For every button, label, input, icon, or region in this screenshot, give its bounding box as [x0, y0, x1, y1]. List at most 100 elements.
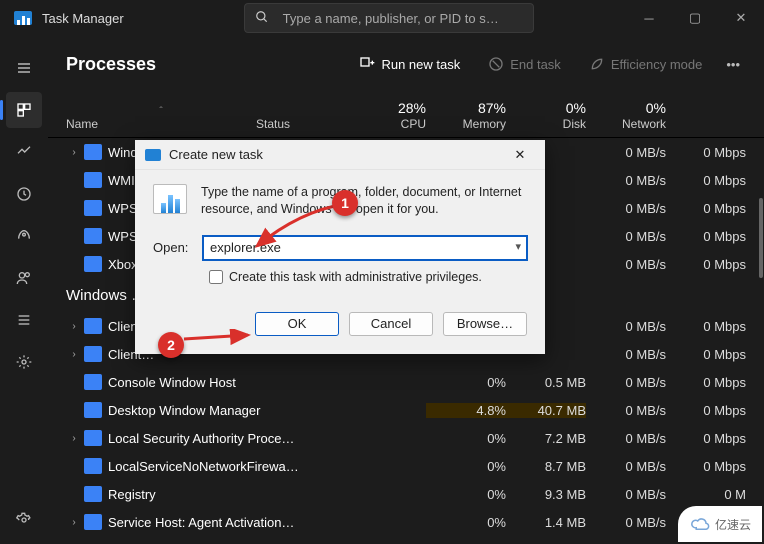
col-status[interactable]: Status [256, 117, 346, 131]
cell-disk: 0 MB/s [586, 347, 666, 362]
cell-mem: 7.2 MB [506, 431, 586, 446]
cell-net: 0 Mbps [666, 229, 746, 244]
sort-chevron-up-icon[interactable]: ˆ [66, 106, 256, 117]
watermark: 亿速云 [678, 506, 762, 542]
efficiency-button[interactable]: Efficiency mode [579, 50, 713, 78]
table-row[interactable]: Console Window Host 0%0.5 MB0 MB/s0 Mbps [48, 368, 764, 396]
col-name[interactable]: Name [66, 117, 256, 131]
cell-net: 0 Mbps [666, 375, 746, 390]
cell-net: 0 Mbps [666, 347, 746, 362]
expand-icon[interactable]: › [66, 147, 82, 158]
cell-mem: 0.5 MB [506, 375, 586, 390]
table-row[interactable]: Registry0%9.3 MB0 MB/s0 M [48, 480, 764, 508]
cancel-button[interactable]: Cancel [349, 312, 433, 336]
dialog-close[interactable]: ✕ [505, 147, 535, 163]
cell-cpu: 0% [426, 459, 506, 474]
table-header: ˆ Name Status 28%CPU 87%Memory 0%Disk 0%… [48, 92, 764, 138]
process-icon [84, 486, 102, 502]
process-name: LocalServiceNoNetworkFirewa… [108, 459, 348, 474]
end-task-button[interactable]: End task [478, 50, 571, 78]
open-label: Open: [153, 240, 193, 255]
expand-icon[interactable]: › [66, 321, 82, 332]
cell-disk: 0 MB/s [586, 375, 666, 390]
table-row[interactable]: Desktop Window Manager4.8%40.7 MB0 MB/s0… [48, 396, 764, 424]
cell-disk: 0 MB/s [586, 487, 666, 502]
left-rail [0, 36, 48, 544]
cell-cpu: 0% [426, 487, 506, 502]
cell-disk: 0 MB/s [586, 431, 666, 446]
scrollbar-thumb[interactable] [759, 198, 763, 278]
table-row[interactable]: ›Local Security Authority Proce…0%7.2 MB… [48, 424, 764, 452]
nav-services[interactable] [6, 344, 42, 380]
col-net[interactable]: 0%Network [586, 100, 666, 131]
dialog-title: Create new task [169, 147, 263, 162]
cell-net: 0 Mbps [666, 319, 746, 334]
nav-processes[interactable] [6, 92, 42, 128]
cell-cpu: 0% [426, 515, 506, 530]
process-icon [84, 430, 102, 446]
open-input[interactable] [203, 236, 527, 260]
window-maximize[interactable]: ▢ [672, 0, 718, 36]
create-task-dialog: Create new task ✕ Type the name of a pro… [135, 140, 545, 354]
dialog-app-icon [145, 149, 161, 161]
search-box[interactable]: Type a name, publisher, or PID to s… [244, 3, 534, 33]
nav-details[interactable] [6, 302, 42, 338]
process-icon [84, 144, 102, 160]
process-icon [84, 346, 102, 362]
more-button[interactable]: ••• [720, 51, 746, 78]
browse-button[interactable]: Browse… [443, 312, 527, 336]
app-title: Task Manager [42, 11, 124, 26]
process-name: Local Security Authority Proce… [108, 431, 348, 446]
cell-cpu: 4.8% [426, 403, 506, 418]
expand-icon[interactable]: › [66, 349, 82, 360]
nav-settings[interactable] [6, 502, 42, 538]
nav-users[interactable] [6, 260, 42, 296]
nav-performance[interactable] [6, 134, 42, 170]
end-task-icon [488, 56, 504, 72]
process-name: Registry [108, 487, 348, 502]
process-icon [84, 514, 102, 530]
process-name: Console Window Host [108, 375, 348, 390]
open-dropdown-icon[interactable]: ▾ [515, 240, 521, 253]
cell-disk: 0 MB/s [586, 173, 666, 188]
dialog-description: Type the name of a program, folder, docu… [201, 184, 527, 218]
table-row[interactable]: › Service Host: Agent Activation… 0%1.4 MB… [48, 508, 764, 536]
expand-icon[interactable]: › [66, 517, 82, 528]
window-close[interactable]: ✕ [718, 0, 764, 36]
cell-net: 0 Mbps [666, 403, 746, 418]
cell-disk: 0 MB/s [586, 459, 666, 474]
process-icon [84, 374, 102, 390]
process-icon [84, 200, 102, 216]
col-cpu[interactable]: 28%CPU [346, 100, 426, 131]
cell-mem: 9.3 MB [506, 487, 586, 502]
cell-net: 0 Mbps [666, 145, 746, 160]
nav-hamburger[interactable] [6, 50, 42, 86]
cell-net: 0 Mbps [666, 201, 746, 216]
cell-disk: 0 MB/s [586, 515, 666, 530]
process-icon [84, 402, 102, 418]
scrollbar[interactable] [757, 138, 763, 544]
admin-label: Create this task with administrative pri… [229, 270, 482, 284]
process-name: Desktop Window Manager [108, 403, 348, 418]
col-mem[interactable]: 87%Memory [426, 100, 506, 131]
process-icon [84, 172, 102, 188]
nav-startup[interactable] [6, 218, 42, 254]
cell-net: 0 Mbps [666, 459, 746, 474]
window-minimize[interactable]: ─ [626, 0, 672, 36]
run-icon [359, 56, 375, 72]
process-name: Service Host: Agent Activation… [108, 515, 348, 530]
process-icon [84, 318, 102, 334]
nav-history[interactable] [6, 176, 42, 212]
process-icon [84, 228, 102, 244]
run-new-task-button[interactable]: Run new task [349, 50, 470, 78]
cell-cpu: 0% [426, 375, 506, 390]
cell-net: 0 Mbps [666, 431, 746, 446]
admin-checkbox[interactable] [209, 270, 223, 284]
ok-button[interactable]: OK [255, 312, 339, 336]
expand-icon[interactable]: › [66, 433, 82, 444]
cell-mem: 1.4 MB [506, 515, 586, 530]
table-row[interactable]: LocalServiceNoNetworkFirewa…0%8.7 MB0 MB… [48, 452, 764, 480]
cell-mem: 40.7 MB [506, 403, 586, 418]
cell-disk: 0 MB/s [586, 229, 666, 244]
col-disk[interactable]: 0%Disk [506, 100, 586, 131]
